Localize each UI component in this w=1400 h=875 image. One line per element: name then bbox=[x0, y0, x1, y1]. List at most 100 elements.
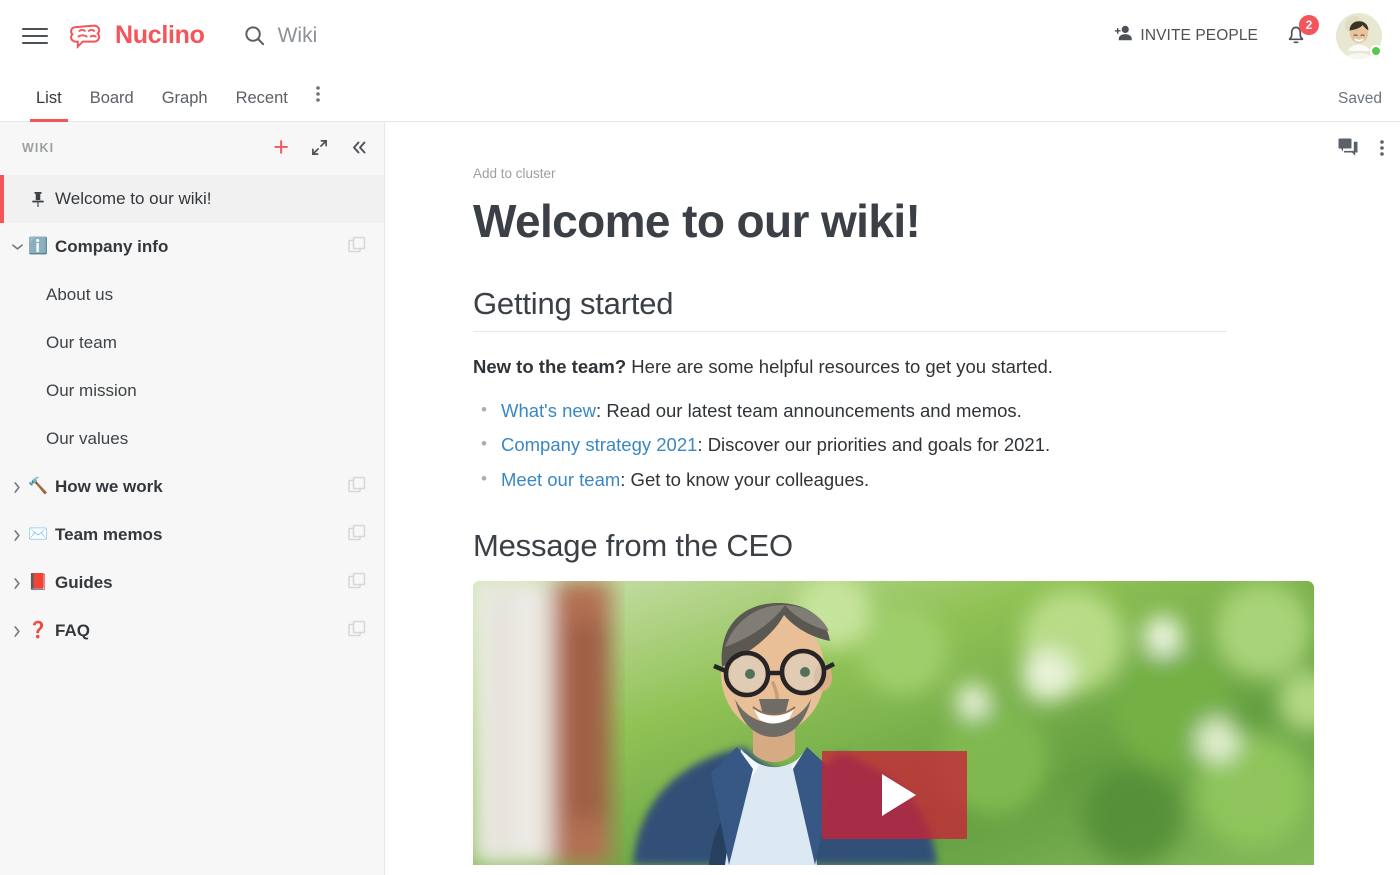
double-chevron-left-icon[interactable] bbox=[350, 140, 368, 155]
tab-recent[interactable]: Recent bbox=[222, 89, 302, 121]
link-meet-our-team[interactable]: Meet our team bbox=[501, 469, 620, 490]
sidebar-item-label: FAQ bbox=[55, 621, 90, 640]
invite-people-label: INVITE PEOPLE bbox=[1140, 26, 1258, 44]
invite-people-button[interactable]: INVITE PEOPLE bbox=[1113, 24, 1258, 47]
add-person-icon bbox=[1113, 24, 1133, 47]
sidebar-item-label: Company info bbox=[55, 237, 169, 256]
sidebar-title: WIKI bbox=[22, 140, 55, 155]
sidebar-item-label: Our team bbox=[46, 333, 117, 352]
document-content: Add to cluster Welcome to our wiki! Gett… bbox=[385, 122, 1315, 865]
hammer-emoji-icon: 🔨 bbox=[28, 478, 48, 495]
intro-bold-text: New to the team? bbox=[473, 355, 627, 377]
tab-list-label: List bbox=[36, 89, 62, 107]
sidebar-item-label: Our values bbox=[46, 429, 129, 448]
list-item: What's new: Read our latest team announc… bbox=[481, 394, 1227, 429]
expand-icon[interactable] bbox=[311, 139, 328, 156]
sidebar-item-about-us[interactable]: About us bbox=[0, 271, 384, 319]
red-book-emoji-icon: 📕 bbox=[28, 574, 48, 591]
sidebar-item-label: Team memos bbox=[55, 525, 163, 544]
search-icon bbox=[243, 24, 266, 47]
sidebar-item-label: Guides bbox=[55, 573, 113, 592]
cluster-stack-icon bbox=[348, 476, 366, 499]
top-bar-right: INVITE PEOPLE 2 bbox=[1113, 12, 1382, 59]
chevron-right-icon[interactable] bbox=[10, 481, 24, 493]
question-mark-emoji-icon: ❓ bbox=[28, 622, 48, 639]
notification-badge: 2 bbox=[1299, 14, 1319, 35]
list-item: Company strategy 2021: Discover our prio… bbox=[481, 428, 1227, 463]
search-box[interactable]: Wiki bbox=[243, 24, 318, 48]
workspace-body: WIKI + Welcome to our wiki! ℹ️ Company i… bbox=[0, 122, 1400, 875]
save-status: Saved bbox=[1338, 90, 1382, 107]
sidebar-header: WIKI + bbox=[0, 122, 384, 173]
sidebar-item-faq[interactable]: ❓ FAQ bbox=[0, 607, 384, 655]
tab-board-label: Board bbox=[89, 89, 134, 107]
list-item-text: : Discover our priorities and goals for … bbox=[697, 434, 1051, 456]
resource-list: What's new: Read our latest team announc… bbox=[473, 394, 1227, 498]
notifications-button[interactable]: 2 bbox=[1284, 14, 1319, 51]
sidebar-item-our-values[interactable]: Our values bbox=[0, 415, 384, 463]
envelope-emoji-icon: ✉️ bbox=[28, 526, 48, 543]
tab-graph-label: Graph bbox=[161, 89, 208, 107]
cluster-stack-icon bbox=[348, 236, 366, 259]
intro-rest-text: Here are some helpful resources to get y… bbox=[626, 355, 1053, 377]
document-panel: Add to cluster Welcome to our wiki! Gett… bbox=[385, 122, 1400, 875]
tab-graph[interactable]: Graph bbox=[148, 89, 222, 121]
intro-paragraph: New to the team? Here are some helpful r… bbox=[473, 353, 1227, 381]
info-emoji-icon: ℹ️ bbox=[28, 238, 48, 255]
top-bar: Nuclino Wiki INVITE PEOPLE 2 bbox=[0, 0, 1400, 71]
pin-icon bbox=[27, 191, 49, 208]
sidebar-item-label: About us bbox=[46, 285, 114, 304]
tab-recent-label: Recent bbox=[235, 89, 288, 107]
sidebar-item-team-memos[interactable]: ✉️ Team memos bbox=[0, 511, 384, 559]
sidebar-item-guides[interactable]: 📕 Guides bbox=[0, 559, 384, 607]
view-more-button[interactable] bbox=[302, 85, 334, 121]
view-tabs: List Board Graph Recent bbox=[22, 85, 334, 122]
cluster-stack-icon bbox=[348, 572, 366, 595]
link-whats-new[interactable]: What's new bbox=[501, 400, 596, 421]
sidebar-item-welcome-to-our-wiki[interactable]: Welcome to our wiki! bbox=[0, 175, 384, 223]
ceo-message-video[interactable] bbox=[473, 580, 1314, 865]
sidebar-item-label: Welcome to our wiki! bbox=[55, 189, 212, 208]
document-actions bbox=[1338, 138, 1384, 157]
section-heading-getting-started: Getting started bbox=[473, 286, 1227, 332]
list-item-text: : Get to know your colleagues. bbox=[620, 469, 870, 491]
plus-icon[interactable]: + bbox=[273, 134, 289, 161]
section-heading-message-from-the-ceo: Message from the CEO bbox=[473, 527, 793, 563]
online-status-indicator bbox=[1370, 44, 1382, 57]
link-company-strategy-2021[interactable]: Company strategy 2021 bbox=[501, 434, 697, 455]
sidebar-item-label: How we work bbox=[55, 477, 163, 496]
chevron-right-icon[interactable] bbox=[10, 577, 24, 589]
list-item-text: : Read our latest team announcements and… bbox=[596, 399, 1022, 421]
sidebar-item-how-we-work[interactable]: 🔨 How we work bbox=[0, 463, 384, 511]
sidebar-item-label: Our mission bbox=[46, 381, 137, 400]
chevron-right-icon[interactable] bbox=[10, 625, 24, 637]
sidebar-item-company-info[interactable]: ℹ️ Company info bbox=[0, 223, 384, 271]
chevron-right-icon[interactable] bbox=[10, 529, 24, 541]
more-vertical-icon bbox=[316, 85, 320, 108]
play-button-icon[interactable] bbox=[822, 750, 967, 839]
view-tab-bar: List Board Graph Recent Saved bbox=[0, 71, 1400, 122]
cluster-stack-icon bbox=[348, 620, 366, 643]
page-title: Welcome to our wiki! bbox=[473, 195, 921, 247]
chevron-down-icon[interactable] bbox=[10, 243, 24, 251]
sidebar-item-our-mission[interactable]: Our mission bbox=[0, 367, 384, 415]
add-to-cluster-button[interactable]: Add to cluster bbox=[473, 166, 1227, 181]
play-triangle bbox=[881, 773, 916, 816]
sidebar-header-actions: + bbox=[273, 134, 368, 161]
hamburger-menu-icon[interactable] bbox=[22, 23, 48, 49]
search-input[interactable]: Wiki bbox=[278, 24, 318, 48]
nuclino-brain-logo-icon bbox=[68, 21, 106, 51]
comment-bubble-icon[interactable] bbox=[1338, 138, 1358, 157]
brand-name: Nuclino bbox=[115, 21, 205, 49]
nuclino-logo[interactable]: Nuclino bbox=[68, 21, 205, 51]
tab-list[interactable]: List bbox=[22, 89, 76, 122]
sidebar-item-our-team[interactable]: Our team bbox=[0, 319, 384, 367]
document-more-button[interactable] bbox=[1380, 139, 1384, 157]
tab-board[interactable]: Board bbox=[76, 89, 148, 121]
list-item: Meet our team: Get to know your colleagu… bbox=[481, 463, 1227, 498]
bell-icon bbox=[1284, 26, 1308, 51]
sidebar: WIKI + Welcome to our wiki! ℹ️ Company i… bbox=[0, 122, 385, 875]
cluster-stack-icon bbox=[348, 524, 366, 547]
avatar[interactable] bbox=[1336, 12, 1382, 59]
sidebar-tree: Welcome to our wiki! ℹ️ Company info Abo… bbox=[0, 173, 384, 655]
